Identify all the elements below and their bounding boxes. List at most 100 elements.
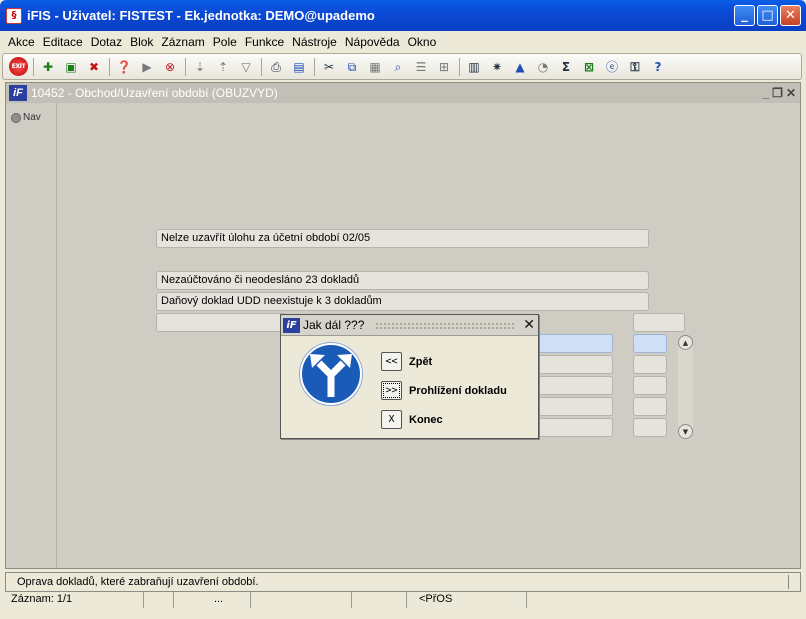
toolbar-separator [109,57,110,76]
count-field[interactable] [633,397,667,416]
execute-query-icon[interactable]: ▶ [137,57,157,77]
ie-icon[interactable]: ⓔ [602,57,622,77]
list-icon[interactable]: ☰ [411,57,431,77]
filter-icon[interactable]: ▽ [236,57,256,77]
back-button[interactable]: << [381,352,402,371]
status-cell [352,592,407,608]
status-ellipsis: ... [174,592,251,608]
excel-icon[interactable]: ⊠ [579,57,599,77]
message-field-4 [156,313,286,332]
status-mode: <PřOS [407,592,527,608]
dialog-title-bar[interactable]: iF Jak dál ??? ✕ [281,315,538,336]
sum-icon[interactable]: Σ [556,57,576,77]
app-icon: § [6,7,22,24]
menu-dotaz[interactable]: Dotaz [91,35,122,49]
save-icon[interactable]: ▣ [61,57,81,77]
enter-query-icon[interactable]: ❓ [114,57,134,77]
browse-document-label: Prohlížení dokladu [409,384,507,397]
ifis-logo-icon: iF [9,85,27,101]
cancel-query-icon[interactable]: ⊗ [160,57,180,77]
message-field-2: Nezaúčtováno či neodesláno 23 dokladů [156,271,649,290]
menu-editace[interactable]: Editace [43,35,83,49]
insert-record-icon[interactable]: ✚ [38,57,58,77]
browse-document-button[interactable]: >> [381,381,402,400]
maximize-button[interactable]: □ [757,5,778,26]
print-preview-icon[interactable]: ▤ [289,57,309,77]
sort-descending-icon[interactable]: ⇡ [213,57,233,77]
option-back[interactable]: << Zpět [381,352,432,371]
help-icon[interactable]: ? [648,57,668,77]
dialog-close-icon[interactable]: ✕ [523,317,535,333]
menu-akce[interactable]: Akce [8,35,35,49]
nav-item[interactable]: Nav [7,103,56,123]
minimize-button[interactable]: _ [734,5,755,26]
toolbar-separator [185,57,186,76]
calculator-icon[interactable]: ▥ [464,57,484,77]
print-icon[interactable]: ⎙ [266,57,286,77]
nav-label: Nav [23,112,41,123]
menu-funkce[interactable]: Funkce [245,35,284,49]
count-field[interactable] [633,418,667,437]
dialog-jak-dal: iF Jak dál ??? ✕ << Zpět >> Prohlížení d… [280,314,539,439]
menu-zaznam[interactable]: Záznam [161,35,204,49]
end-button[interactable]: X [381,410,402,429]
menu-nastroje[interactable]: Nástroje [292,35,337,49]
menu-bar: Akce Editace Dotaz Blok Záznam Pole Funk… [0,31,806,53]
sort-ascending-icon[interactable]: ⇣ [190,57,210,77]
status-cell [527,592,801,608]
settings-icon[interactable]: ✷ [487,57,507,77]
help-key-icon[interactable]: ⚿ [625,57,645,77]
status-message: Oprava dokladů, které zabraňují uzavření… [5,572,801,592]
toolbar: EXIT ✚ ▣ ✖ ❓ ▶ ⊗ ⇣ ⇡ ▽ ⎙ ▤ ✂ ⧉ ▦ ⌕ ☰ ⊞ ▥… [2,53,802,80]
close-button[interactable]: ✕ [780,5,801,26]
copy-icon[interactable]: ⧉ [342,57,362,77]
exit-icon[interactable]: EXIT [9,57,28,76]
form-title-bar: iF 10452 - Obchod/Uzavření období (OBUZV… [6,83,800,103]
count-field[interactable] [633,355,667,374]
count-field[interactable] [633,313,685,332]
scroll-up-icon[interactable]: ▲ [678,335,693,350]
option-end[interactable]: X Konec [381,410,443,429]
ifis-logo-icon: iF [283,317,300,333]
nav-panel: Nav [7,103,57,568]
status-cell [144,592,174,608]
direction-sign-icon [300,343,362,405]
window-title: iFIS - Uživatel: FISTEST - Ek.jednotka: … [27,8,375,23]
title-bar: § iFIS - Uživatel: FISTEST - Ek.jednotka… [0,0,806,31]
paste-icon[interactable]: ▦ [365,57,385,77]
fork-arrow-icon [310,354,352,397]
status-message-text: Oprava dokladů, které zabraňují uzavření… [17,576,259,588]
toolbar-separator [33,57,34,76]
menu-okno[interactable]: Okno [408,35,437,49]
drag-grip[interactable] [375,322,515,330]
count-field[interactable] [633,376,667,395]
menu-pole[interactable]: Pole [213,35,237,49]
minimize-icon[interactable]: _ [762,85,769,101]
toolbar-separator [459,57,460,76]
option-browse[interactable]: >> Prohlížení dokladu [381,381,507,400]
status-cell [251,592,352,608]
menu-napoveda[interactable]: Nápověda [345,35,400,49]
scroll-down-icon[interactable]: ▼ [678,424,693,439]
window-controls: _ □ ✕ [734,5,801,26]
radio-icon [11,112,21,123]
menu-blok[interactable]: Blok [130,35,153,49]
back-label: Zpět [409,355,433,368]
tree-icon[interactable]: ⊞ [434,57,454,77]
clock-icon[interactable]: ◔ [533,57,553,77]
message-field-3: Daňový doklad UDD neexistuje k 3 dokladů… [156,292,649,311]
count-field[interactable] [633,334,667,353]
restore-icon[interactable]: ❐ [772,85,783,101]
delete-record-icon[interactable]: ✖ [84,57,104,77]
form-title: 10452 - Obchod/Uzavření období (OBUZVYD) [31,86,278,100]
cut-icon[interactable]: ✂ [319,57,339,77]
record-counter: Záznam: 1/1 [5,592,144,608]
scrollbar[interactable]: ▲ ▼ [678,335,693,439]
chart-icon[interactable]: ▲ [510,57,530,77]
form-controls: _ ❐ ✕ [762,85,796,101]
close-icon[interactable]: ✕ [786,85,796,101]
search-icon[interactable]: ⌕ [388,57,408,77]
toolbar-separator [314,57,315,76]
end-label: Konec [409,413,443,426]
message-field-1: Nelze uzavřít úlohu za účetní období 02/… [156,229,649,248]
